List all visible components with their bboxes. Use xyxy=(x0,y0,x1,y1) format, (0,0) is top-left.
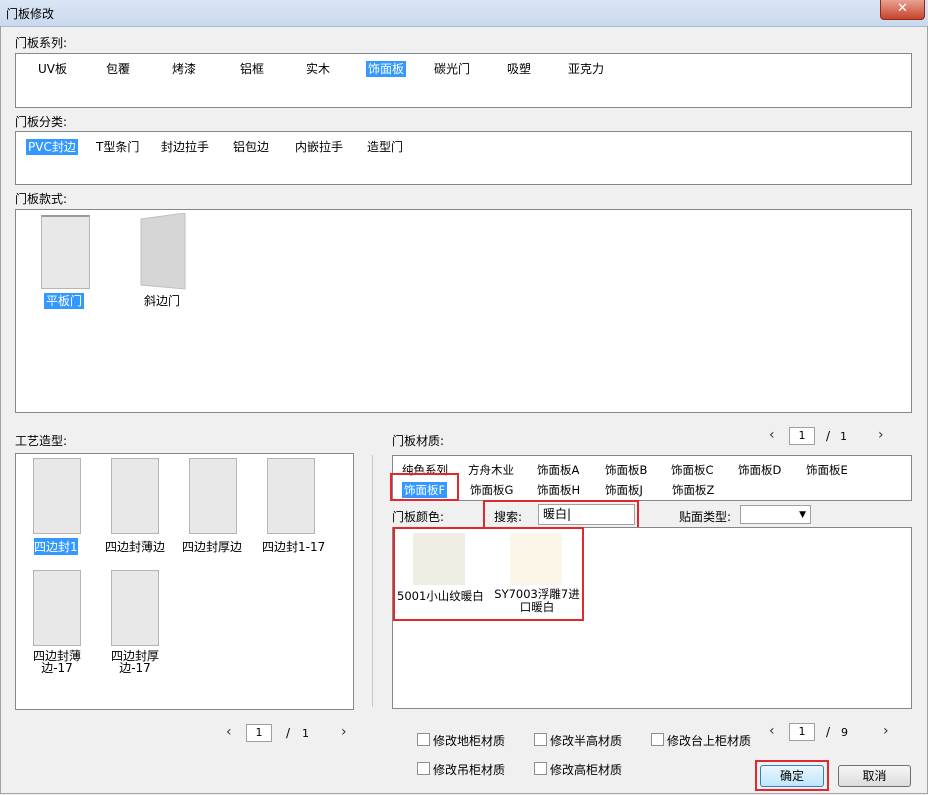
checkbox-counter-cabinet[interactable] xyxy=(651,733,664,746)
material-item-h[interactable]: 饰面板H xyxy=(535,482,582,498)
category-item-pvc[interactable]: PVC封边 xyxy=(26,139,78,155)
series-panel: UV板 包覆 烤漆 铝框 实木 饰面板 碳光门 吸塑 亚克力 xyxy=(15,53,912,108)
category-item-edge-handle[interactable]: 封边拉手 xyxy=(159,139,211,155)
series-item-kaoqi[interactable]: 烤漆 xyxy=(170,61,198,77)
craft-next-icon[interactable]: › xyxy=(341,724,347,740)
material-page-total: 1 xyxy=(840,430,847,443)
color-results-highlight xyxy=(393,527,584,621)
veneer-type-select[interactable]: ▼ xyxy=(740,505,811,524)
material-item-d[interactable]: 饰面板D xyxy=(736,462,783,478)
title-bar: 门板修改 xyxy=(0,0,928,27)
craft-thumb-1[interactable] xyxy=(33,458,81,534)
craft-item-2[interactable]: 四边封薄边 xyxy=(105,538,165,555)
category-panel: PVC封边 T型条门 封边拉手 铝包边 内嵌拉手 造型门 xyxy=(15,131,912,185)
craft-page-sep: / xyxy=(286,726,291,740)
color-page-input[interactable]: 1 xyxy=(789,723,815,741)
material-item-j[interactable]: 饰面板J xyxy=(603,482,645,498)
craft-panel: 四边封1 四边封薄边 四边封厚边 四边封1-17 四边封薄边-17 四边封厚边-… xyxy=(15,453,354,710)
material-item-fangzhou[interactable]: 方舟木业 xyxy=(466,462,516,478)
option-wall-cabinet[interactable]: 修改吊柜材质 xyxy=(433,761,505,778)
craft-item-1[interactable]: 四边封1 xyxy=(34,538,78,555)
ok-highlight xyxy=(755,760,829,791)
color-page-total: 9 xyxy=(841,726,848,739)
series-item-xisu[interactable]: 吸塑 xyxy=(505,61,533,77)
material-item-g[interactable]: 饰面板G xyxy=(468,482,515,498)
series-item-yakeli[interactable]: 亚克力 xyxy=(566,61,606,77)
category-label: 门板分类: xyxy=(15,115,68,129)
color-prev-icon[interactable]: ‹ xyxy=(769,723,775,739)
flat-door-thumbnail[interactable] xyxy=(41,215,90,289)
style-item-bevel[interactable]: 斜边门 xyxy=(142,293,182,309)
option-tall-cabinet[interactable]: 修改高柜材质 xyxy=(550,761,622,778)
checkbox-tall-cabinet[interactable] xyxy=(534,762,547,775)
series-item-lvkuang[interactable]: 铝框 xyxy=(238,61,266,77)
material-item-z[interactable]: 饰面板Z xyxy=(670,482,716,498)
craft-label: 工艺造型: xyxy=(15,434,68,448)
category-item-inset-handle[interactable]: 内嵌拉手 xyxy=(293,139,345,155)
craft-item-6[interactable]: 四边封厚边-17 xyxy=(104,650,166,674)
craft-thumb-3[interactable] xyxy=(189,458,237,534)
search-highlight xyxy=(483,500,639,530)
bevel-door-thumbnail[interactable] xyxy=(137,213,187,291)
category-item-tbar[interactable]: T型条门 xyxy=(94,139,141,155)
series-label: 门板系列: xyxy=(15,36,68,50)
material-item-e[interactable]: 饰面板E xyxy=(804,462,850,478)
craft-thumb-4[interactable] xyxy=(267,458,315,534)
vertical-divider xyxy=(372,455,373,707)
checkbox-floor-cabinet[interactable] xyxy=(417,733,430,746)
style-panel: 平板门 斜边门 xyxy=(15,209,912,413)
color-label: 门板颜色: xyxy=(392,510,445,524)
craft-prev-icon[interactable]: ‹ xyxy=(226,724,232,740)
option-floor-cabinet[interactable]: 修改地柜材质 xyxy=(433,732,505,749)
craft-page-total: 1 xyxy=(302,727,309,740)
material-label: 门板材质: xyxy=(392,434,445,448)
craft-item-3[interactable]: 四边封厚边 xyxy=(182,538,242,555)
material-item-a[interactable]: 饰面板A xyxy=(535,462,581,478)
craft-thumb-5[interactable] xyxy=(33,570,81,646)
chevron-down-icon: ▼ xyxy=(799,510,806,520)
craft-thumb-6[interactable] xyxy=(111,570,159,646)
material-f-highlight xyxy=(390,473,459,501)
checkbox-half-height[interactable] xyxy=(534,733,547,746)
veneer-type-label: 贴面类型: xyxy=(679,510,732,524)
category-item-shaped[interactable]: 造型门 xyxy=(365,139,405,155)
option-counter-cabinet[interactable]: 修改台上柜材质 xyxy=(667,732,751,749)
style-item-flat[interactable]: 平板门 xyxy=(44,293,85,309)
window-title: 门板修改 xyxy=(6,7,55,21)
series-item-baofu[interactable]: 包覆 xyxy=(104,61,132,77)
series-item-uv[interactable]: UV板 xyxy=(36,61,69,77)
material-page-input[interactable]: 1 xyxy=(789,427,815,445)
craft-thumb-2[interactable] xyxy=(111,458,159,534)
style-label: 门板款式: xyxy=(15,192,68,206)
craft-page-input[interactable]: 1 xyxy=(246,724,272,742)
color-page-sep: / xyxy=(826,725,831,739)
option-half-height[interactable]: 修改半高材质 xyxy=(550,732,622,749)
cancel-button[interactable]: 取消 xyxy=(838,765,911,787)
material-panel: 纯色系列 方舟木业 饰面板A 饰面板B 饰面板C 饰面板D 饰面板E 饰面板F … xyxy=(392,455,912,501)
craft-item-4[interactable]: 四边封1-17 xyxy=(262,538,325,555)
color-next-icon[interactable]: › xyxy=(883,723,889,739)
category-item-alu-edge[interactable]: 铝包边 xyxy=(231,139,271,155)
craft-item-5[interactable]: 四边封薄边-17 xyxy=(26,650,88,674)
close-button[interactable]: ✕ xyxy=(880,0,925,20)
material-item-b[interactable]: 饰面板B xyxy=(603,462,649,478)
material-next-icon[interactable]: › xyxy=(878,427,884,443)
checkbox-wall-cabinet[interactable] xyxy=(417,762,430,775)
material-item-c[interactable]: 饰面板C xyxy=(669,462,716,478)
series-item-shimianban[interactable]: 饰面板 xyxy=(366,61,407,77)
series-item-tanguangmen[interactable]: 碳光门 xyxy=(432,61,472,77)
series-item-shimu[interactable]: 实木 xyxy=(304,61,332,77)
material-prev-icon[interactable]: ‹ xyxy=(769,427,775,443)
material-page-sep: / xyxy=(826,429,831,443)
